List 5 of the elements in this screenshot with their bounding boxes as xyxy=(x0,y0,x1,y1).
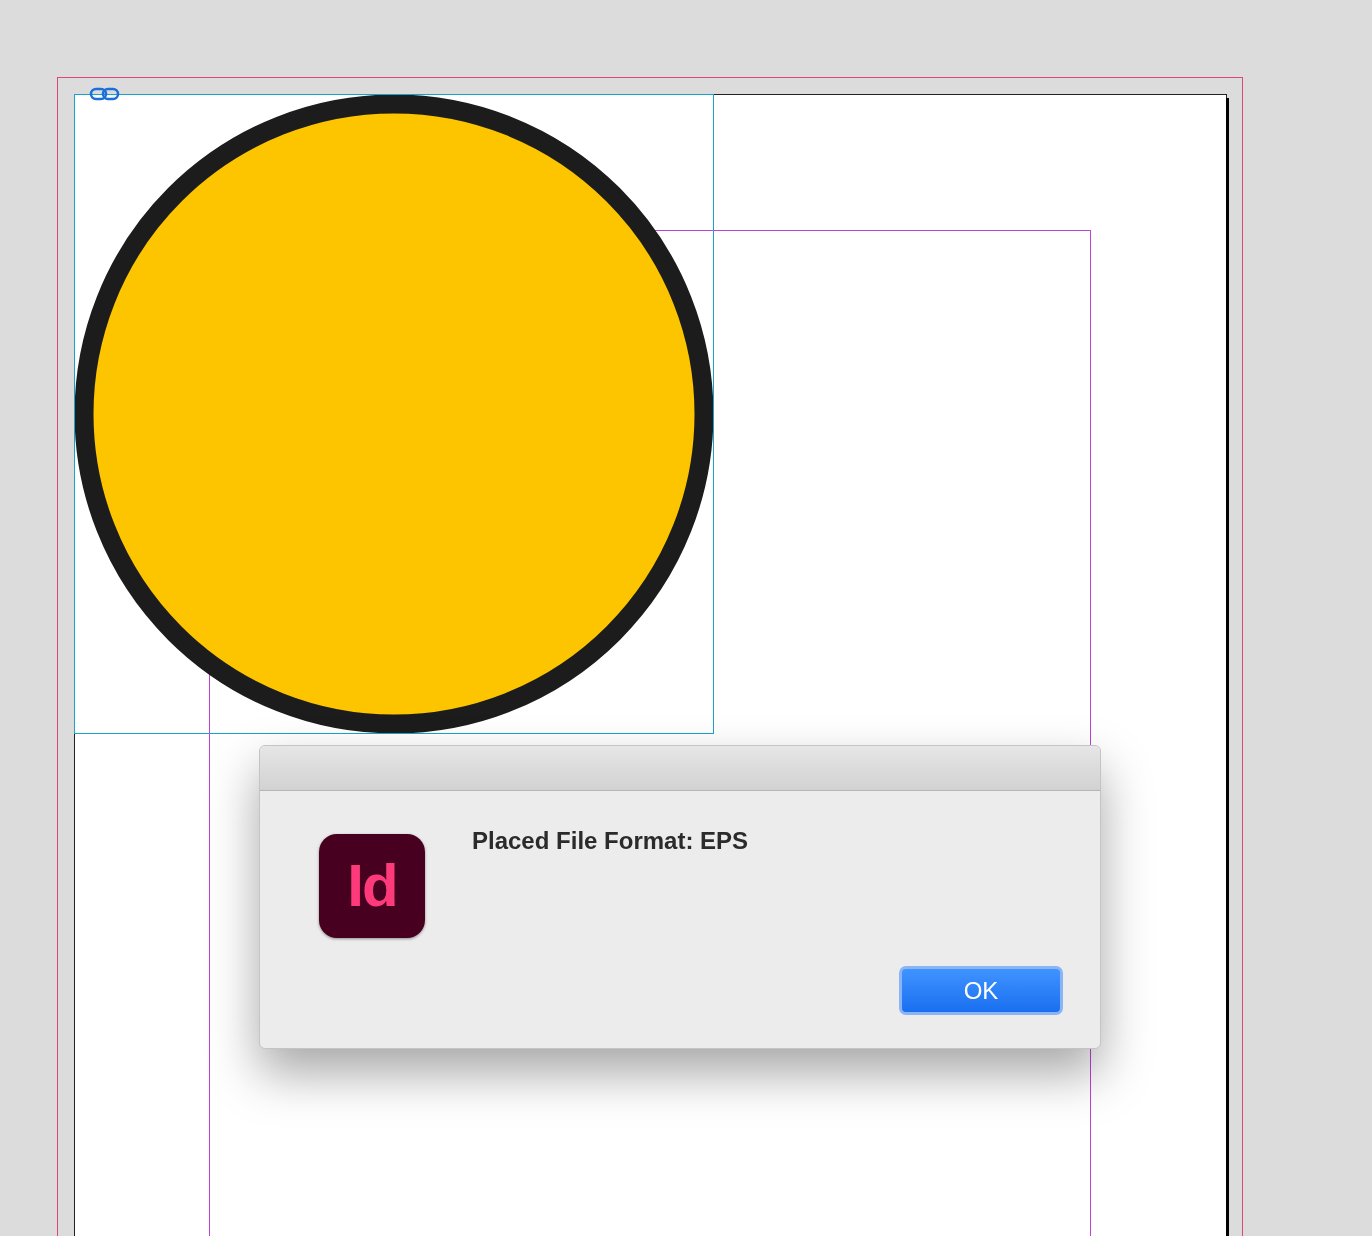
app-icon: Id xyxy=(319,834,425,938)
circle-in-frame-drawing[interactable] xyxy=(74,94,714,734)
ok-button[interactable]: OK xyxy=(899,966,1063,1015)
dialog-message: Placed File Format: EPS xyxy=(472,826,750,856)
link-icon xyxy=(89,87,120,101)
